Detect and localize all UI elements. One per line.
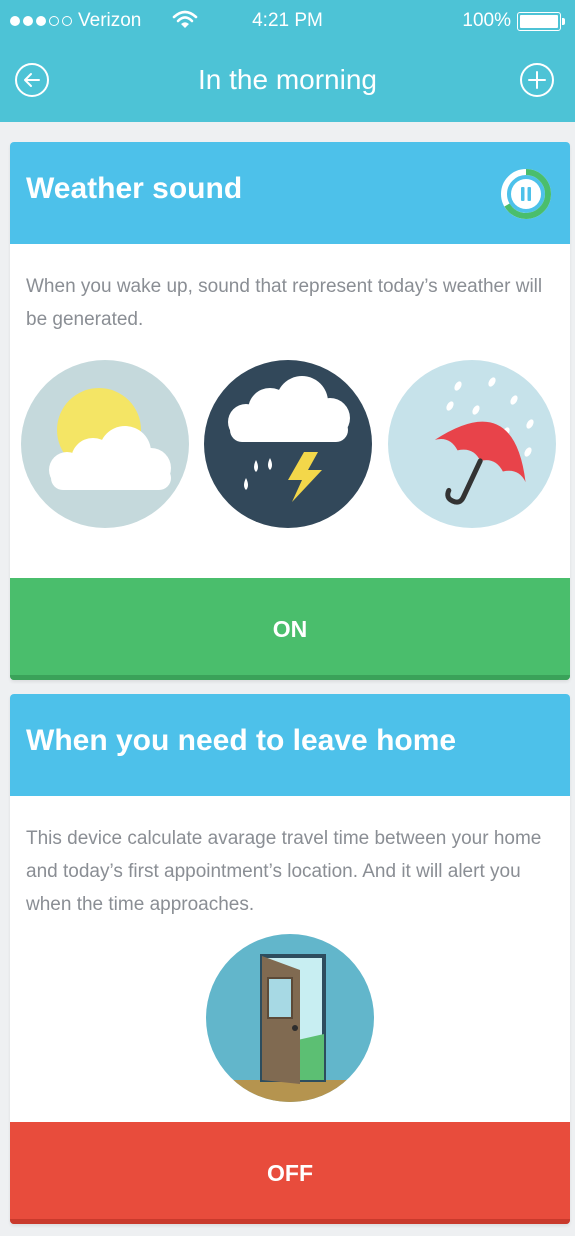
battery-percent: 100% — [462, 10, 511, 31]
battery-icon — [517, 11, 561, 31]
battery-indicator: 100% — [462, 10, 565, 32]
card-header: Weather sound — [10, 142, 570, 244]
status-bar: Verizon 4:21 PM 100% — [0, 0, 575, 44]
top-bar: Verizon 4:21 PM 100% In the morning — [0, 0, 575, 122]
card-header: When you need to leave home — [10, 694, 570, 796]
rain-umbrella-icon — [388, 360, 556, 528]
open-door-icon — [206, 934, 374, 1102]
sunny-cloud-icon — [21, 360, 189, 528]
card-title: Weather sound — [26, 172, 243, 205]
card-description: When you wake up, sound that represent t… — [26, 276, 543, 330]
page-title: In the morning — [198, 64, 377, 95]
add-circle-icon[interactable] — [519, 62, 555, 98]
thunderstorm-icon — [204, 360, 372, 528]
navigation-bar: In the morning — [0, 50, 575, 110]
pause-ring-icon[interactable] — [500, 168, 552, 220]
weather-sound-toggle-button[interactable]: ON — [10, 578, 570, 680]
card-title: When you need to leave home — [26, 724, 457, 757]
card-description: This device calculate avarage travel tim… — [26, 828, 542, 915]
leave-home-toggle-button[interactable]: OFF — [10, 1122, 570, 1224]
leave-home-card: When you need to leave home This device … — [10, 694, 570, 1224]
weather-sound-card: Weather sound When you wake up, sound th… — [10, 142, 570, 680]
